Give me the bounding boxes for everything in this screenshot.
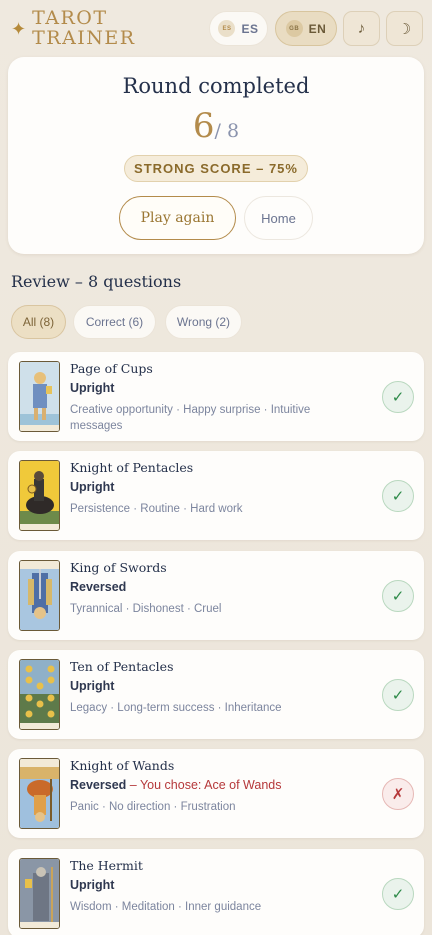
score-total: / 8 — [214, 120, 240, 142]
review-item[interactable]: The Hermit Upright Wisdom · Meditation ·… — [8, 849, 424, 935]
card-name: Page of Cups — [70, 361, 153, 376]
card-keywords: Persistence · Routine · Hard work — [70, 503, 243, 515]
card-image — [19, 659, 60, 730]
correct-check-icon: ✓ — [382, 480, 414, 512]
card-orientation: Reversed — [70, 580, 127, 594]
theme-toggle-button[interactable]: ☽ — [386, 11, 423, 46]
review-item[interactable]: Ten of Pentacles Upright Legacy · Long-t… — [8, 650, 424, 739]
home-button[interactable]: Home — [244, 196, 313, 240]
language-es-button[interactable]: ES ES — [209, 11, 268, 46]
round-title: Round completed — [122, 74, 310, 98]
score-card: Round completed 6/ 8 STRONG SCORE – 75% … — [8, 57, 424, 254]
card-name: Ten of Pentacles — [70, 659, 174, 674]
wrong-cross-icon: ✗ — [382, 778, 414, 810]
card-name: Knight of Pentacles — [70, 460, 194, 475]
app-header: ✦ TAROT TRAINER ES ES GB EN ♪ ☽ — [0, 0, 432, 56]
review-item[interactable]: King of Swords Reversed Tyrannical · Dis… — [8, 551, 424, 640]
chosen-answer: – You chose: Ace of Wands — [126, 778, 282, 792]
flag-gb-icon: GB — [285, 20, 303, 37]
correct-check-icon: ✓ — [382, 679, 414, 711]
language-en-label: EN — [308, 21, 327, 36]
brand-title: TAROT TRAINER — [32, 8, 136, 48]
flag-es-icon: ES — [218, 20, 236, 37]
card-keywords: Tyrannical · Dishonest · Cruel — [70, 603, 222, 615]
card-orientation: Upright — [70, 679, 115, 693]
card-keywords: Creative opportunity · Happy surprise · … — [70, 404, 311, 432]
card-image — [19, 460, 60, 531]
filter-correct[interactable]: Correct (6) — [73, 305, 156, 339]
review-heading: Review – 8 questions — [11, 272, 182, 291]
filter-all[interactable]: All (8) — [11, 305, 66, 339]
play-again-button[interactable]: Play again — [119, 196, 236, 240]
score-badge: STRONG SCORE – 75% — [124, 155, 308, 182]
brand-line-2: TRAINER — [32, 27, 136, 49]
score-correct: 6 — [192, 106, 215, 146]
card-orientation: Upright — [70, 480, 115, 494]
card-image — [19, 858, 60, 929]
card-image — [19, 361, 60, 432]
filter-wrong[interactable]: Wrong (2) — [165, 305, 242, 339]
review-item[interactable]: Knight of Wands Reversed – You chose: Ac… — [8, 749, 424, 838]
language-es-label: ES — [241, 21, 259, 36]
review-item[interactable]: Knight of Pentacles Upright Persistence … — [8, 451, 424, 540]
music-note-icon: ♪ — [357, 20, 366, 37]
score-value: 6/ 8 — [8, 106, 424, 146]
card-image — [19, 758, 60, 829]
card-keywords: Wisdom · Meditation · Inner guidance — [70, 901, 262, 913]
moon-icon: ☽ — [397, 20, 412, 38]
card-keywords: Legacy · Long-term success · Inheritance — [70, 702, 282, 714]
brand-logo: ✦ TAROT TRAINER — [11, 8, 136, 48]
card-orientation: Upright — [70, 878, 115, 892]
card-orientation: Reversed – You chose: Ace of Wands — [70, 778, 282, 792]
correct-check-icon: ✓ — [382, 580, 414, 612]
card-keywords: Panic · No direction · Frustration — [70, 801, 236, 813]
card-name: Knight of Wands — [70, 758, 175, 773]
music-toggle-button[interactable]: ♪ — [343, 11, 380, 46]
correct-check-icon: ✓ — [382, 878, 414, 910]
card-name: King of Swords — [70, 560, 167, 575]
language-en-button[interactable]: GB EN — [275, 11, 337, 46]
correct-check-icon: ✓ — [382, 381, 414, 413]
star-icon: ✦ — [11, 18, 27, 39]
card-name: The Hermit — [70, 858, 143, 873]
review-item[interactable]: Page of Cups Upright Creative opportunit… — [8, 352, 424, 441]
card-image — [19, 560, 60, 631]
card-orientation: Upright — [70, 381, 115, 395]
brand-line-1: TAROT — [32, 7, 108, 29]
